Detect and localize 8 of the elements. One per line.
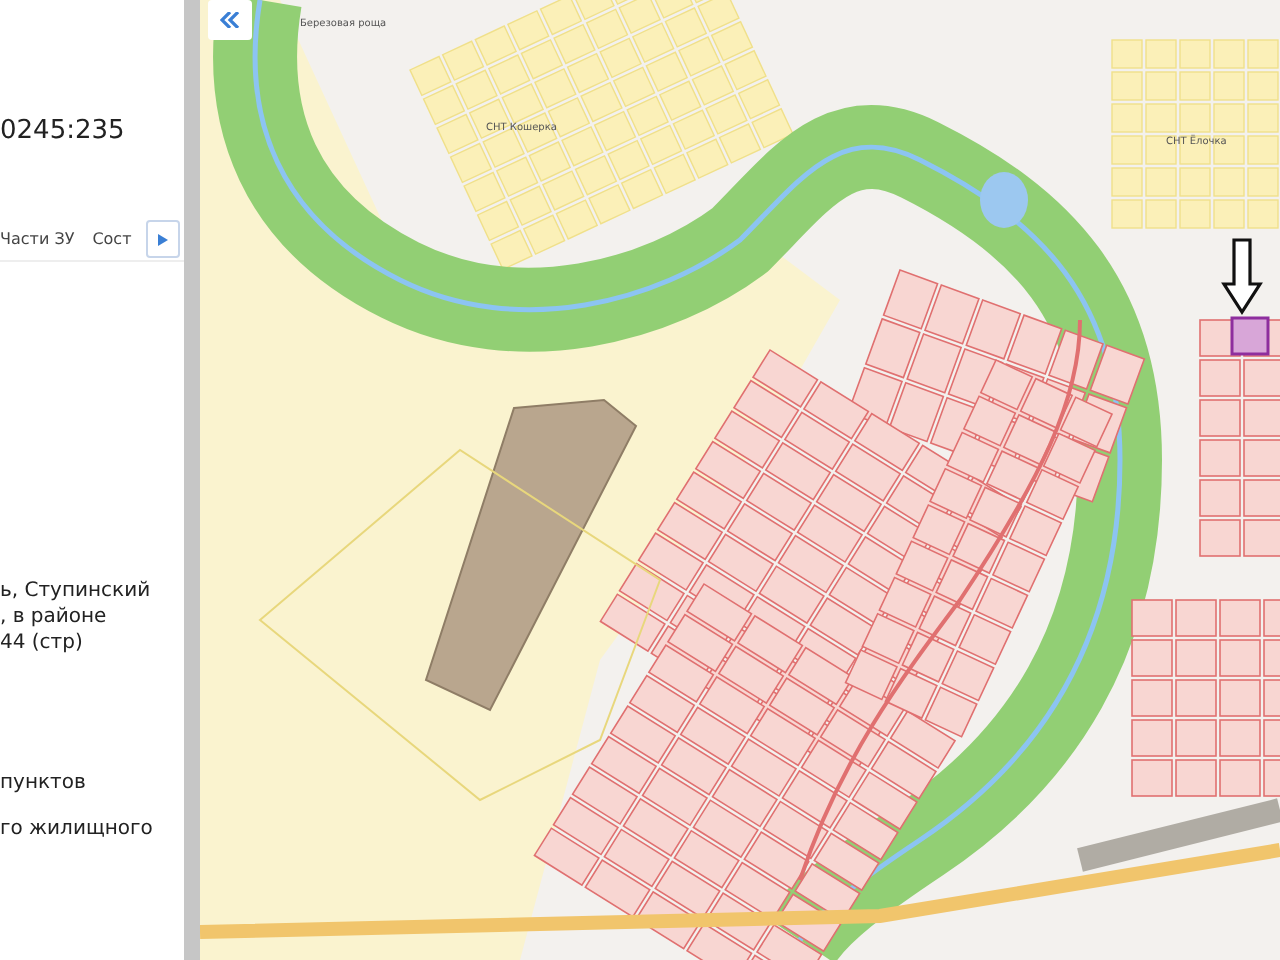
info-text: пунктов [0, 772, 88, 794]
address-line: , в районе [0, 604, 109, 630]
info-text: го жилищного [0, 818, 155, 840]
address-line: 44 (стр) [0, 630, 85, 656]
parcel-number: 0245:235 [0, 116, 127, 146]
tab[interactable]: Сост [92, 230, 132, 248]
tab[interactable]: Части ЗУ [0, 230, 75, 248]
address-line: ь, Ступинский [0, 578, 153, 604]
